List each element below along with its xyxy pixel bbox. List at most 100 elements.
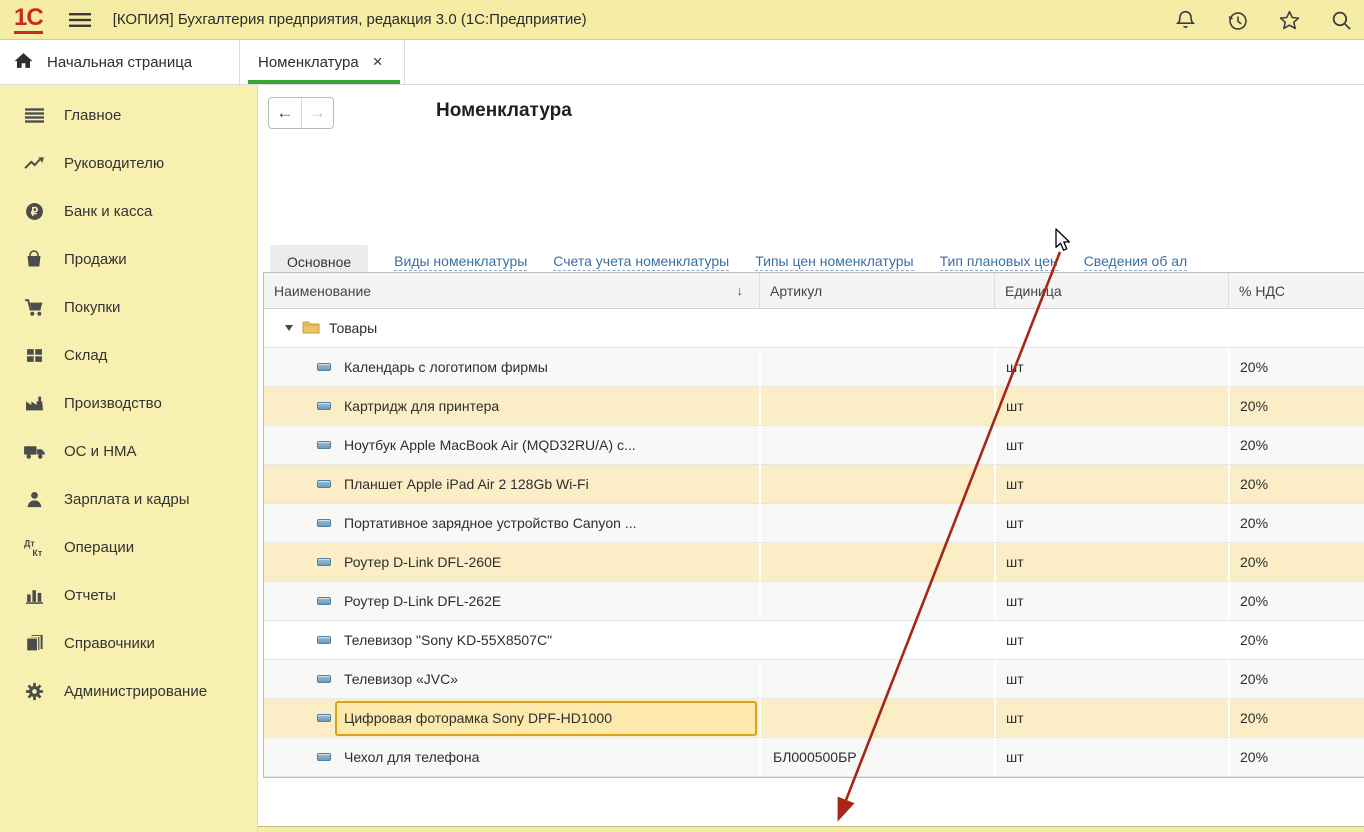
history-icon[interactable]: [1224, 7, 1250, 33]
column-header[interactable]: Единица: [994, 273, 1228, 308]
row-icon-cell[interactable]: [264, 387, 335, 425]
name-cell[interactable]: Календарь с логотипом фирмы: [335, 348, 759, 386]
articul-cell[interactable]: [759, 543, 994, 581]
section-link[interactable]: Сведения об ал: [1084, 253, 1188, 271]
row-icon-cell[interactable]: [264, 738, 335, 776]
table-row[interactable]: Картридж для принтера шт20%: [264, 387, 1364, 426]
unit-cell[interactable]: шт: [994, 738, 1228, 776]
name-cell-selected[interactable]: Цифровая фоторамка Sony DPF-HD1000: [335, 701, 757, 736]
table-row[interactable]: Чехол для телефонаБЛ000500БРшт20%: [264, 738, 1364, 777]
sidebar-item[interactable]: Администрирование: [0, 673, 257, 709]
articul-cell[interactable]: [759, 699, 994, 737]
vat-cell[interactable]: 20%: [1228, 426, 1364, 464]
close-icon[interactable]: ×: [373, 52, 383, 72]
table-row[interactable]: Роутер D-Link DFL-262E шт20%: [264, 582, 1364, 621]
unit-cell[interactable]: шт: [994, 387, 1228, 425]
name-cell[interactable]: Телевизор «JVC»: [335, 660, 759, 698]
group-row[interactable]: Товары: [264, 309, 1364, 348]
row-icon-cell[interactable]: [264, 543, 335, 581]
table-row[interactable]: Календарь с логотипом фирмы шт20%: [264, 348, 1364, 387]
row-icon-cell[interactable]: [264, 582, 335, 620]
unit-cell[interactable]: шт: [994, 504, 1228, 542]
sidebar-item[interactable]: ₽Банк и касса: [0, 193, 257, 229]
tab-home[interactable]: Начальная страница: [0, 40, 240, 84]
vat-cell[interactable]: 20%: [1228, 543, 1364, 581]
section-link[interactable]: Типы цен номенклатуры: [755, 253, 913, 271]
articul-cell[interactable]: [759, 348, 994, 386]
name-cell[interactable]: Роутер D-Link DFL-262E: [335, 582, 759, 620]
unit-cell[interactable]: шт: [994, 348, 1228, 386]
row-icon-cell[interactable]: [264, 699, 335, 737]
row-icon-cell[interactable]: [264, 348, 335, 386]
sidebar-item[interactable]: Склад: [0, 337, 257, 373]
unit-cell[interactable]: шт: [994, 582, 1228, 620]
expand-triangle-icon[interactable]: [285, 325, 293, 331]
articul-cell[interactable]: [759, 504, 994, 542]
row-icon-cell[interactable]: [264, 465, 335, 503]
table-row[interactable]: Планшет Apple iPad Air 2 128Gb Wi-Fi шт20…: [264, 465, 1364, 504]
section-link[interactable]: Виды номенклатуры: [394, 253, 527, 271]
sidebar-item[interactable]: Главное: [0, 97, 257, 133]
sidebar-item[interactable]: Покупки: [0, 289, 257, 325]
section-link[interactable]: Тип плановых цен: [940, 253, 1058, 271]
column-header[interactable]: % НДС: [1228, 273, 1364, 308]
articul-cell[interactable]: [759, 582, 994, 620]
vat-cell[interactable]: 20%: [1228, 504, 1364, 542]
sidebar-item[interactable]: ДтКтОперации: [0, 529, 257, 565]
vat-cell[interactable]: 20%: [1228, 348, 1364, 386]
articul-cell[interactable]: [759, 426, 994, 464]
table-row[interactable]: Телевизор «JVC» шт20%: [264, 660, 1364, 699]
sidebar-item[interactable]: Продажи: [0, 241, 257, 277]
unit-cell[interactable]: шт: [994, 699, 1228, 737]
vat-cell[interactable]: 20%: [1228, 738, 1364, 776]
forward-button[interactable]: →: [301, 98, 334, 128]
vat-cell[interactable]: 20%: [1228, 582, 1364, 620]
vat-cell[interactable]: 20%: [1228, 621, 1364, 659]
table-row[interactable]: Телевизор "Sony KD-55X8507C" шт20%: [264, 621, 1364, 660]
articul-cell[interactable]: [759, 621, 994, 659]
table-row[interactable]: Роутер D-Link DFL-260E шт20%: [264, 543, 1364, 582]
column-header[interactable]: Артикул: [759, 273, 994, 308]
bell-icon[interactable]: [1172, 7, 1198, 33]
row-icon-cell[interactable]: [264, 426, 335, 464]
unit-cell[interactable]: шт: [994, 543, 1228, 581]
name-cell[interactable]: Ноутбук Apple MacBook Air (MQD32RU/A) с.…: [335, 426, 759, 464]
sidebar-item[interactable]: Отчеты: [0, 577, 257, 613]
section-link[interactable]: Счета учета номенклатуры: [553, 253, 729, 271]
vat-cell[interactable]: 20%: [1228, 387, 1364, 425]
articul-cell[interactable]: БЛ000500БР: [759, 738, 994, 776]
row-icon-cell[interactable]: [264, 660, 335, 698]
articul-cell[interactable]: [759, 465, 994, 503]
sidebar-item[interactable]: Зарплата и кадры: [0, 481, 257, 517]
column-header[interactable]: Наименование↓: [264, 273, 759, 308]
vat-cell[interactable]: 20%: [1228, 465, 1364, 503]
vat-cell[interactable]: 20%: [1228, 660, 1364, 698]
table-row[interactable]: Ноутбук Apple MacBook Air (MQD32RU/A) с.…: [264, 426, 1364, 465]
star-icon[interactable]: [1276, 7, 1302, 33]
back-button[interactable]: ←: [269, 98, 301, 128]
table-row[interactable]: Цифровая фоторамка Sony DPF-HD1000 шт20%: [264, 699, 1364, 738]
name-cell[interactable]: Роутер D-Link DFL-260E: [335, 543, 759, 581]
unit-cell[interactable]: шт: [994, 660, 1228, 698]
tab-nomenklatura[interactable]: Номенклатура ×: [240, 40, 405, 84]
row-icon-cell[interactable]: [264, 504, 335, 542]
sidebar-item[interactable]: Руководителю: [0, 145, 257, 181]
sidebar-item[interactable]: Справочники: [0, 625, 257, 661]
main-menu-icon[interactable]: [69, 12, 91, 28]
vat-cell[interactable]: 20%: [1228, 699, 1364, 737]
name-cell[interactable]: Портативное зарядное устройство Canyon .…: [335, 504, 759, 542]
articul-cell[interactable]: [759, 387, 994, 425]
table-row[interactable]: Портативное зарядное устройство Canyon .…: [264, 504, 1364, 543]
name-cell[interactable]: Картридж для принтера: [335, 387, 759, 425]
name-cell[interactable]: Телевизор "Sony KD-55X8507C": [335, 621, 759, 659]
unit-cell[interactable]: шт: [994, 465, 1228, 503]
unit-cell[interactable]: шт: [994, 426, 1228, 464]
sidebar-item[interactable]: ОС и НМА: [0, 433, 257, 469]
search-icon[interactable]: [1328, 7, 1354, 33]
articul-cell[interactable]: [759, 660, 994, 698]
sidebar-item[interactable]: Производство: [0, 385, 257, 421]
unit-cell[interactable]: шт: [994, 621, 1228, 659]
row-icon-cell[interactable]: [264, 621, 335, 659]
name-cell[interactable]: Планшет Apple iPad Air 2 128Gb Wi-Fi: [335, 465, 759, 503]
name-cell[interactable]: Чехол для телефона: [335, 738, 759, 776]
